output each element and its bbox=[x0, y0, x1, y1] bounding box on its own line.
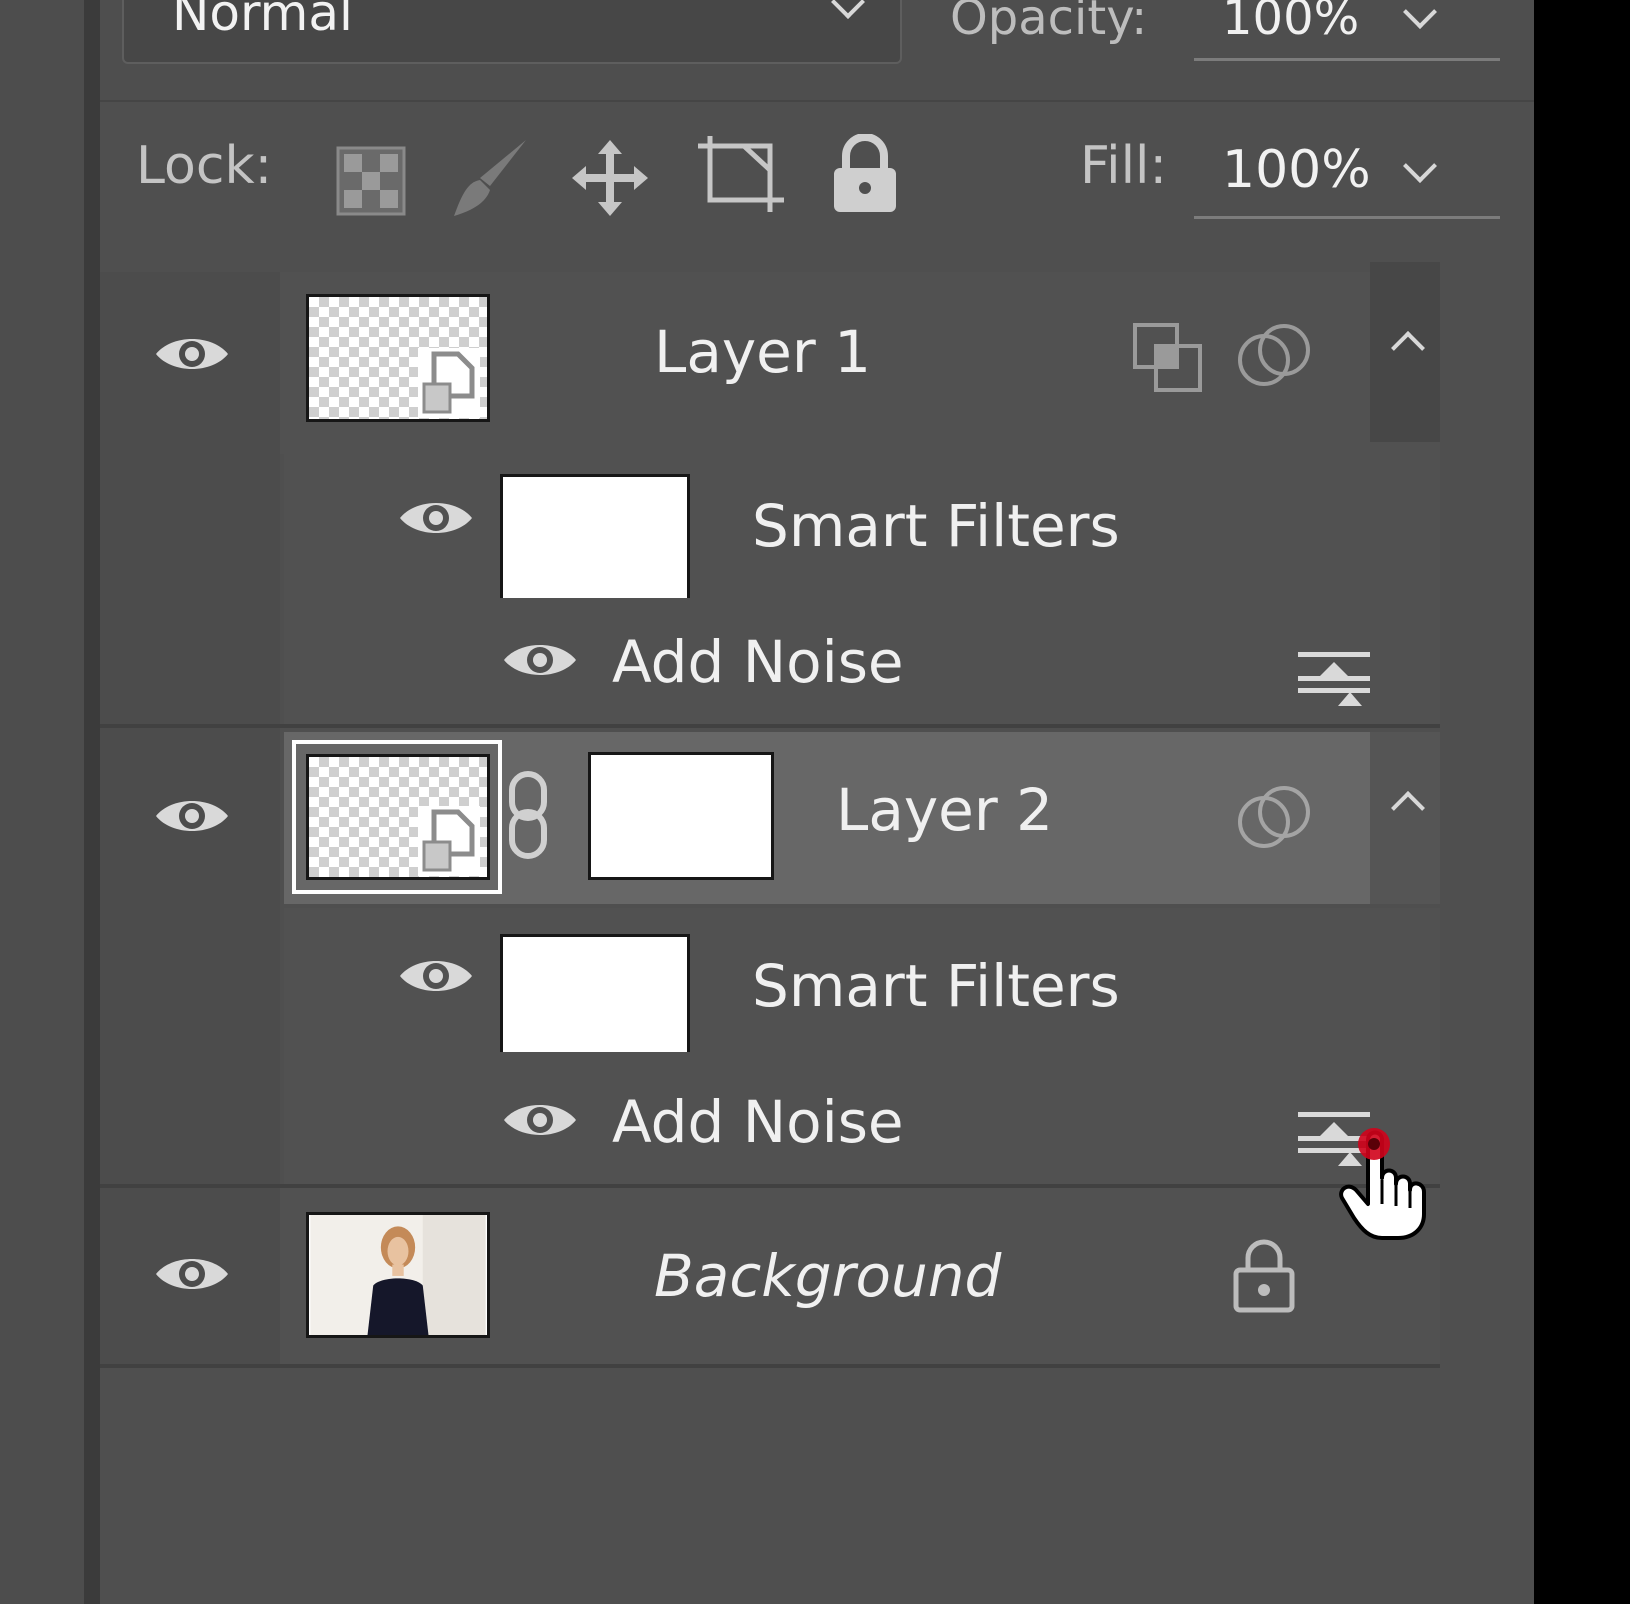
fill-underline bbox=[1194, 216, 1500, 219]
blend-options-icon[interactable] bbox=[1236, 322, 1312, 388]
blend-options-icon[interactable] bbox=[1236, 784, 1312, 850]
chevron-down-icon bbox=[831, 0, 865, 19]
fill-field[interactable]: 100% bbox=[1222, 140, 1371, 200]
link-icon[interactable] bbox=[506, 770, 550, 860]
smart-filter-mask-thumbnail[interactable] bbox=[500, 934, 690, 1064]
eye-icon[interactable] bbox=[398, 496, 474, 540]
fill-label: Fill: bbox=[1080, 136, 1167, 196]
smart-filters-label[interactable]: Smart Filters bbox=[752, 492, 1120, 560]
artboard-icon[interactable] bbox=[696, 134, 786, 214]
filter-name[interactable]: Add Noise bbox=[612, 628, 904, 696]
eye-icon[interactable] bbox=[398, 954, 474, 998]
eye-icon[interactable] bbox=[154, 332, 230, 376]
opacity-field[interactable]: 100% bbox=[1222, 0, 1359, 46]
layer-mask-thumbnail[interactable] bbox=[588, 752, 774, 880]
panel-divider bbox=[84, 0, 100, 1604]
smart-filters-label[interactable]: Smart Filters bbox=[752, 952, 1120, 1020]
row-separator bbox=[100, 1364, 1440, 1368]
opacity-label: Opacity: bbox=[950, 0, 1148, 46]
brush-icon[interactable] bbox=[450, 136, 530, 218]
smart-object-icon bbox=[418, 348, 480, 418]
layer-name[interactable]: Layer 2 bbox=[836, 776, 1053, 844]
lock-transparent-icon[interactable] bbox=[336, 146, 406, 216]
filter-name[interactable]: Add Noise bbox=[612, 1088, 904, 1156]
lock-icon[interactable] bbox=[1232, 1238, 1296, 1314]
fx-icon[interactable] bbox=[1296, 650, 1372, 708]
eye-icon[interactable] bbox=[154, 794, 230, 838]
row-separator bbox=[100, 724, 1440, 728]
left-toolbar-strip bbox=[0, 0, 84, 1604]
blend-mode-select[interactable]: Normal bbox=[122, 0, 902, 64]
layer-name[interactable]: Layer 1 bbox=[654, 318, 871, 386]
lock-icon[interactable] bbox=[830, 134, 900, 214]
eye-icon[interactable] bbox=[154, 1252, 230, 1296]
smart-object-icon[interactable] bbox=[1132, 322, 1204, 394]
blend-bar: Normal Opacity: 100% bbox=[100, 0, 1534, 102]
lock-label: Lock: bbox=[136, 136, 273, 196]
smart-object-icon bbox=[418, 806, 480, 876]
opacity-underline bbox=[1194, 58, 1500, 61]
background-thumbnail[interactable] bbox=[306, 1212, 490, 1338]
lock-bar: Lock: Fill: 100% bbox=[100, 100, 1534, 270]
hand-cursor-icon bbox=[1339, 1128, 1426, 1240]
eye-icon[interactable] bbox=[502, 638, 578, 682]
blend-mode-value: Normal bbox=[172, 0, 353, 42]
eye-icon[interactable] bbox=[502, 1098, 578, 1142]
layer-name[interactable]: Background bbox=[654, 1242, 1001, 1310]
layers-panel: Normal Opacity: 100% Lock: Fill: 100% La… bbox=[100, 0, 1534, 1604]
smart-filter-mask-thumbnail[interactable] bbox=[500, 474, 690, 604]
chevron-down-icon[interactable] bbox=[1403, 0, 1437, 29]
chevron-down-icon[interactable] bbox=[1403, 149, 1437, 183]
move-icon[interactable] bbox=[570, 138, 650, 218]
